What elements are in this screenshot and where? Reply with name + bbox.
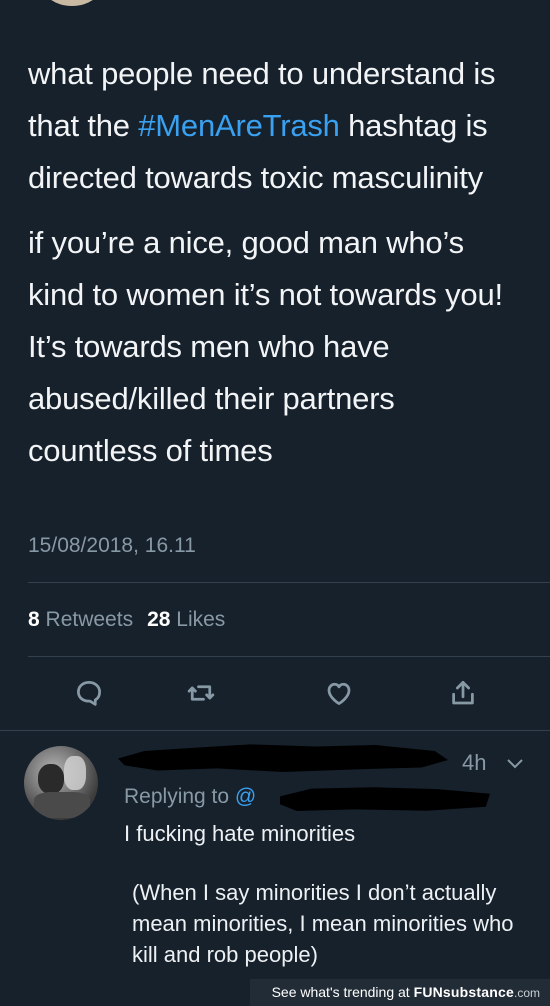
reply-icon[interactable] bbox=[72, 676, 106, 710]
tweet-timestamp: 15/08/2018, 16.11 bbox=[28, 534, 196, 557]
retweet-label: Retweets bbox=[45, 608, 134, 631]
reply-line-1: I fucking hate minorities bbox=[124, 821, 356, 846]
divider bbox=[28, 582, 550, 583]
reply-avatar[interactable] bbox=[24, 746, 98, 820]
retweet-count: 8 bbox=[28, 608, 40, 631]
heart-icon[interactable] bbox=[322, 676, 356, 710]
chevron-down-icon[interactable] bbox=[506, 756, 524, 770]
author-avatar[interactable] bbox=[40, 0, 104, 6]
watermark-footer: See what's trending at FUNsubstance.com bbox=[0, 979, 550, 1006]
retweet-icon[interactable] bbox=[184, 676, 218, 710]
replying-handle[interactable]: @ bbox=[235, 785, 256, 808]
action-bar bbox=[0, 668, 550, 716]
retweet-stat[interactable]: 8 Retweets bbox=[28, 608, 133, 631]
divider bbox=[0, 730, 550, 731]
reply-text: I fucking hate minorities (When I say mi… bbox=[124, 818, 534, 970]
tweet-paragraph-2: if you’re a nice, good man who’s kind to… bbox=[28, 225, 503, 468]
hashtag-link[interactable]: #MenAreTrash bbox=[138, 108, 340, 143]
divider bbox=[28, 656, 550, 657]
reply-line-2: (When I say minorities I don’t actually … bbox=[132, 880, 514, 967]
like-label: Likes bbox=[176, 608, 226, 631]
brand-name: FUNsubstance bbox=[413, 984, 514, 1000]
reply-time: 4h bbox=[462, 750, 487, 775]
tweet-paragraph-1: what people need to understand is that t… bbox=[28, 56, 496, 195]
watermark-text: See what's trending at FUNsubstance.com bbox=[271, 984, 540, 1000]
replying-to: Replying to @ bbox=[124, 785, 257, 808]
share-icon[interactable] bbox=[446, 676, 480, 710]
screen: what people need to understand is that t… bbox=[0, 0, 550, 1006]
like-count: 28 bbox=[147, 608, 171, 631]
like-stat[interactable]: 28 Likes bbox=[147, 608, 225, 631]
tweet-text: what people need to understand is that t… bbox=[28, 48, 528, 477]
redacted-handle bbox=[280, 787, 490, 811]
redacted-username bbox=[118, 744, 448, 772]
tweet-stats: 8 Retweets 28 Likes bbox=[28, 608, 225, 632]
